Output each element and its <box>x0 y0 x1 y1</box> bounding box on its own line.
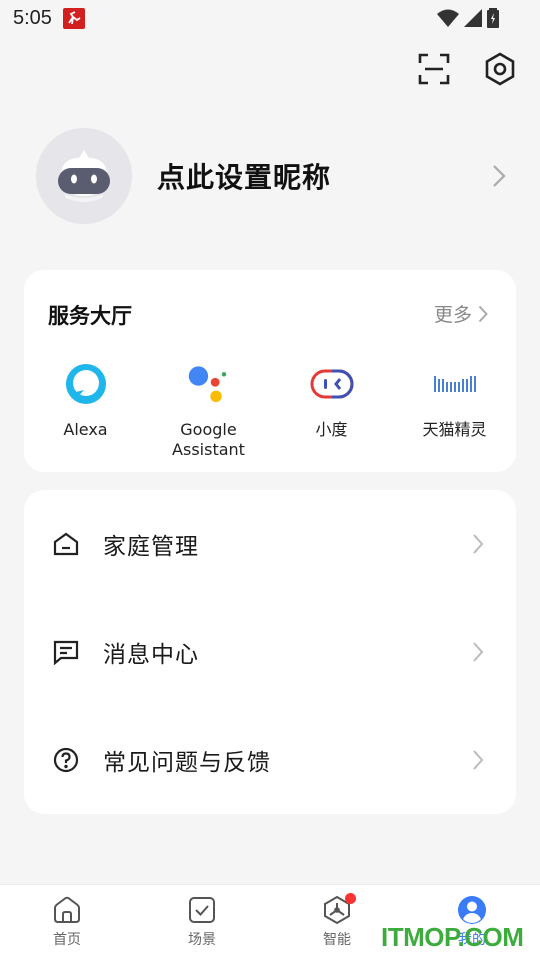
service-list: Alexa Google Assistant 小度 天猫精灵 <box>24 362 516 460</box>
service-item-xiaodu[interactable]: 小度 <box>270 362 393 460</box>
service-item-google-assistant[interactable]: Google Assistant <box>147 362 270 460</box>
wifi-icon <box>437 9 459 27</box>
tab-home[interactable]: 首页 <box>22 895 112 949</box>
menu-item-label: 消息中心 <box>103 642 199 668</box>
chevron-right-icon <box>473 750 484 770</box>
scan-icon <box>418 53 450 85</box>
xiaodu-icon <box>310 362 354 406</box>
tab-label: 场景 <box>188 932 216 948</box>
robot-avatar-icon <box>36 128 132 224</box>
service-label: Alexa <box>63 420 108 439</box>
tab-smart[interactable]: 智能 <box>292 893 382 949</box>
chevron-right-icon <box>473 642 484 662</box>
service-label: 小度 <box>315 420 348 439</box>
chevron-right-icon <box>478 305 488 322</box>
profile-row[interactable]: 点此设置昵称 <box>36 128 516 225</box>
settings-button[interactable] <box>482 50 518 88</box>
chevron-right-icon <box>493 165 506 187</box>
service-hall-card: 服务大厅 更多 Alexa Google Assistant 小度 天猫精灵 <box>24 270 516 472</box>
tab-label: 智能 <box>323 932 351 948</box>
menu-item-family-management[interactable]: 家庭管理 <box>24 490 516 598</box>
status-icons <box>436 7 500 29</box>
user-icon <box>458 896 486 924</box>
menu-item-faq-feedback[interactable]: 常见问题与反馈 <box>24 706 516 814</box>
checkbox-icon <box>189 897 215 923</box>
service-label: Google Assistant <box>172 420 245 459</box>
menu-item-label: 常见问题与反馈 <box>103 750 271 776</box>
home-icon <box>51 529 81 559</box>
avatar[interactable] <box>36 128 132 224</box>
google-assistant-icon <box>187 362 231 406</box>
gear-icon <box>485 52 515 86</box>
tab-scenes[interactable]: 场景 <box>157 895 247 949</box>
message-icon <box>51 637 81 667</box>
home-icon <box>54 896 80 923</box>
help-icon <box>51 745 81 775</box>
more-button[interactable]: 更多 <box>434 300 488 327</box>
battery-icon <box>487 8 499 28</box>
nickname-label[interactable]: 点此设置昵称 <box>157 156 331 196</box>
app-notification-icon <box>63 8 85 29</box>
menu-card: 家庭管理 消息中心 常见问题与反馈 <box>24 490 516 814</box>
notification-badge <box>345 893 356 904</box>
chevron-right-icon <box>473 534 484 554</box>
service-item-tmall-genie[interactable]: 天猫精灵 <box>393 362 516 460</box>
menu-item-label: 家庭管理 <box>103 534 199 560</box>
more-label: 更多 <box>433 304 472 326</box>
service-item-alexa[interactable]: Alexa <box>24 362 147 460</box>
scan-button[interactable] <box>416 50 452 88</box>
watermark: ITMOP.COM <box>381 922 524 952</box>
tab-label: 首页 <box>53 932 81 948</box>
service-hall-title: 服务大厅 <box>48 304 132 328</box>
alexa-icon <box>64 362 108 406</box>
service-label: 天猫精灵 <box>422 420 487 439</box>
signal-icon <box>464 9 482 27</box>
tmall-genie-icon <box>433 362 477 406</box>
status-bar: 5:05 <box>0 0 540 36</box>
status-time: 5:05 <box>13 7 52 29</box>
menu-item-message-center[interactable]: 消息中心 <box>24 598 516 706</box>
top-actions <box>416 50 518 88</box>
